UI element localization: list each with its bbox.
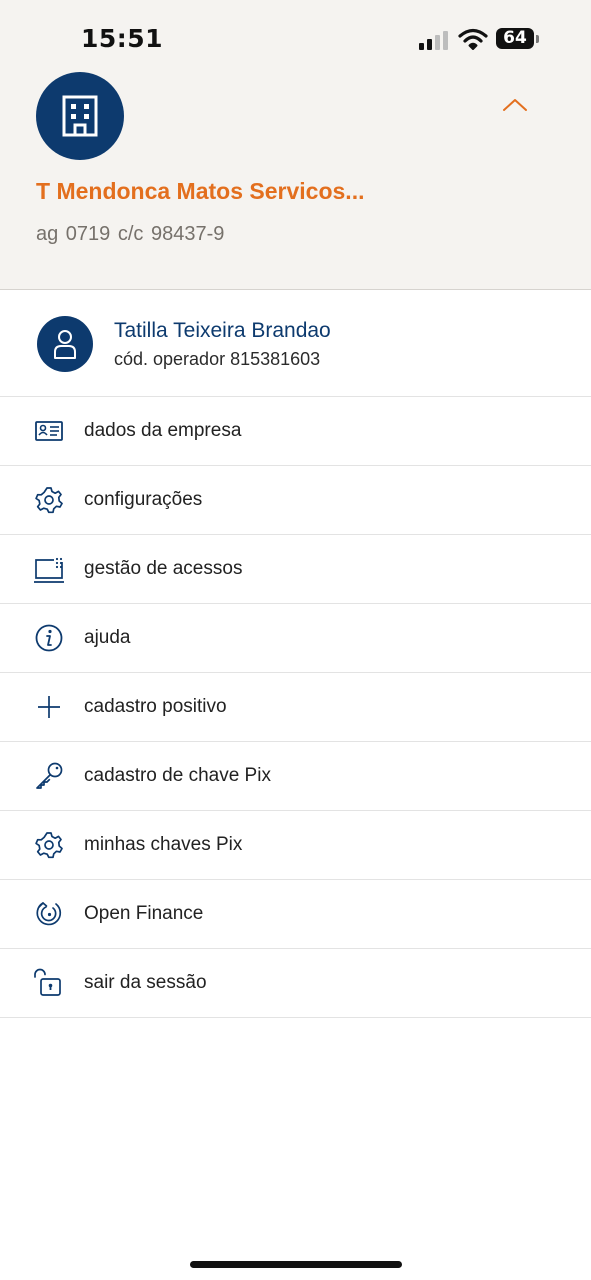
home-indicator[interactable] [190,1261,402,1268]
account-info: ag 0719 c/c 98437-9 [36,223,225,245]
building-icon [62,95,98,137]
menu-item-label: ajuda [84,627,131,648]
battery-icon: 64 [496,28,542,52]
user-profile: Tatilla Teixeira Brandao cód. operador 8… [0,290,591,397]
status-bar: 15:51 64 [0,0,591,80]
key-icon [36,762,63,789]
user-name: Tatilla Teixeira Brandao [114,319,331,342]
menu-item-sair-da-sessao[interactable]: sair da sessão [0,949,591,1018]
company-avatar [36,72,124,160]
chevron-up-icon[interactable] [500,95,530,115]
unlocked-padlock-icon [34,968,61,996]
wifi-icon [458,28,488,50]
menu-item-cadastro-positivo[interactable]: cadastro positivo [0,673,591,742]
menu-item-label: cadastro positivo [84,696,227,717]
person-icon [54,330,76,359]
menu-item-ajuda[interactable]: ajuda [0,604,591,673]
menu-item-label: dados da empresa [84,420,242,441]
gear-icon [35,832,63,859]
menu-item-label: configurações [84,489,203,510]
menu-item-label: cadastro de chave Pix [84,765,271,786]
cellular-signal-icon [419,31,448,50]
menu-item-label: minhas chaves Pix [84,834,243,855]
battery-level: 64 [496,28,534,49]
menu-item-dados-da-empresa[interactable]: dados da empresa [0,397,591,466]
operator-code: cód. operador 815381603 [114,349,321,369]
access-terminal-icon [34,557,64,583]
battery-cap [536,35,539,43]
company-name: T Mendonca Matos Servicos... [36,178,365,204]
settings-menu: dados da empresa configurações gestão de… [0,397,591,1018]
id-card-icon [35,421,63,441]
menu-item-configuracoes[interactable]: configurações [0,466,591,535]
menu-item-label: sair da sessão [84,972,207,993]
gear-icon [35,487,63,514]
menu-item-label: Open Finance [84,903,204,924]
open-finance-icon [36,902,62,926]
user-avatar [37,316,93,372]
status-time: 15:51 [81,24,164,53]
menu-item-minhas-chaves-pix[interactable]: minhas chaves Pix [0,811,591,880]
plus-icon [38,696,60,718]
menu-item-open-finance[interactable]: Open Finance [0,880,591,949]
info-icon [35,624,63,652]
menu-item-gestao-de-acessos[interactable]: gestão de acessos [0,535,591,604]
menu-item-cadastro-de-chave-pix[interactable]: cadastro de chave Pix [0,742,591,811]
menu-item-label: gestão de acessos [84,558,243,579]
account-header: 15:51 64 T Mendonca Matos Servicos... ag… [0,0,591,290]
